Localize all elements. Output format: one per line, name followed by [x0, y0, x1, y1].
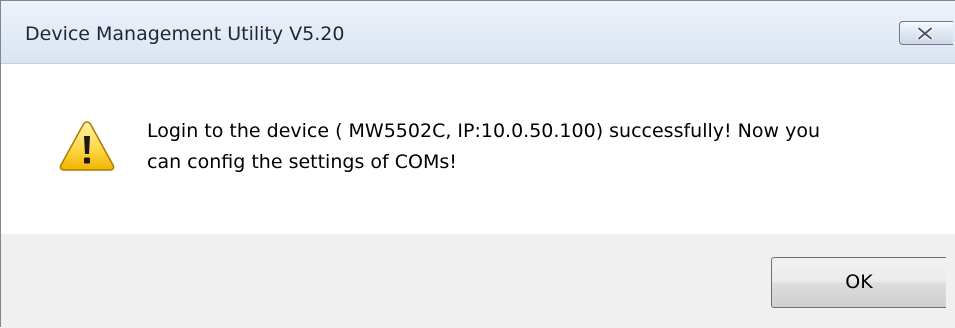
close-button[interactable] — [899, 21, 953, 45]
message-text: Login to the device ( MW5502C, IP:10.0.5… — [147, 116, 927, 178]
message-line-1: Login to the device ( MW5502C, IP:10.0.5… — [147, 120, 820, 142]
window-title: Device Management Utility V5.20 — [25, 23, 345, 45]
title-bar[interactable]: Device Management Utility V5.20 — [1, 1, 955, 64]
button-bar: OK — [1, 234, 955, 328]
message-dialog: Device Management Utility V5.20 Login to… — [0, 0, 955, 328]
ok-button[interactable]: OK — [771, 257, 946, 308]
close-icon — [917, 27, 933, 40]
warning-icon — [59, 121, 115, 171]
message-area: Login to the device ( MW5502C, IP:10.0.5… — [1, 64, 955, 234]
ok-button-label: OK — [845, 271, 873, 293]
message-line-2: can config the settings of COMs! — [147, 151, 457, 173]
